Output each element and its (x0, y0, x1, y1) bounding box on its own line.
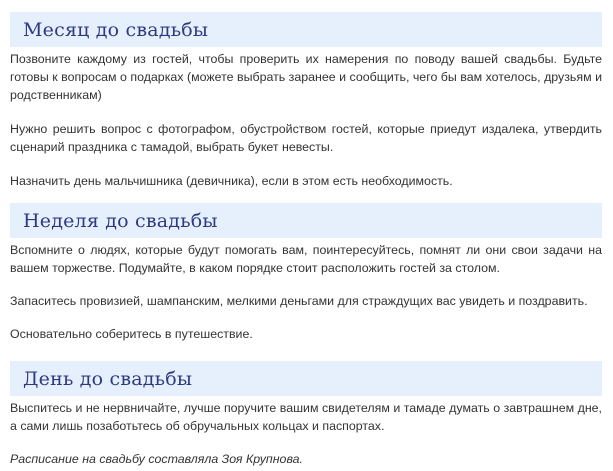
paragraph: Основательно соберитесь в путешествие. (10, 327, 253, 341)
section-heading: Неделя до свадьбы (10, 203, 602, 238)
author-credit: Расписание на свадьбу составляла Зоя Кру… (10, 452, 303, 466)
paragraph: Вспомните о людях, которые будут помогат… (10, 243, 602, 275)
section-week-before: Неделя до свадьбы Вспомните о людях, кот… (10, 203, 602, 343)
article-content: Месяц до свадьбы Позвоните каждому из го… (10, 12, 602, 468)
paragraph: Выспитесь и не нервничайте, лучше поручи… (10, 401, 602, 433)
paragraph: Запаситесь провизией, шампанским, мелким… (10, 294, 588, 308)
paragraph: Назначить день мальчишника (девичника), … (10, 174, 453, 188)
paragraph: Позвоните каждому из гостей, чтобы прове… (10, 52, 602, 102)
section-heading: Месяц до свадьбы (10, 12, 602, 47)
section-heading: День до свадьбы (10, 361, 602, 396)
paragraph: Нужно решить вопрос с фотографом, обустр… (10, 122, 602, 154)
section-day-before: День до свадьбы Выспитесь и не нервничай… (10, 361, 602, 435)
section-month-before: Месяц до свадьбы Позвоните каждому из го… (10, 12, 602, 190)
